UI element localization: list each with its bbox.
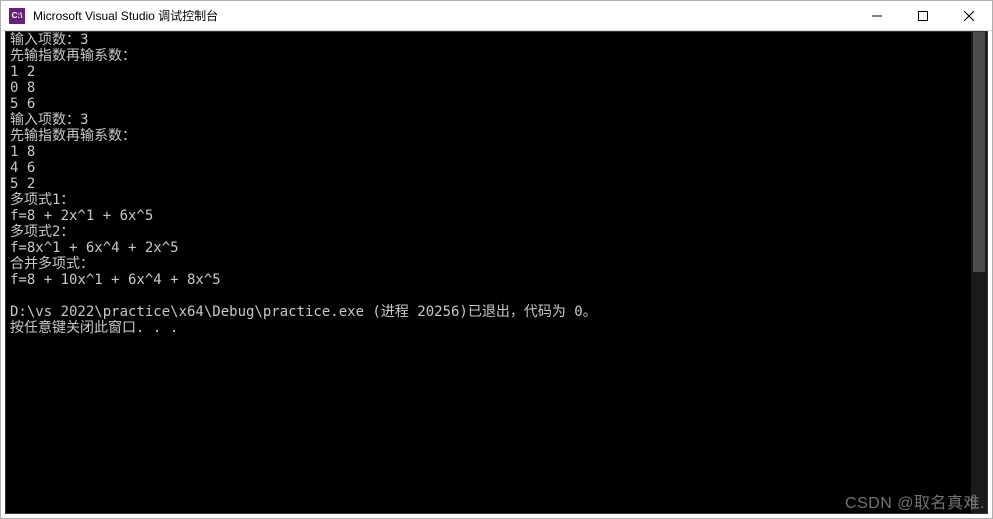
maximize-icon: [918, 11, 928, 21]
console-line: 合并多项式：: [10, 256, 983, 272]
console-line: 4 6: [10, 160, 983, 176]
close-button[interactable]: [946, 1, 992, 30]
console-line: f=8 + 2x^1 + 6x^5: [10, 208, 983, 224]
console-line: 5 2: [10, 176, 983, 192]
vertical-scrollbar[interactable]: [971, 32, 987, 513]
console-line: 0 8: [10, 80, 983, 96]
titlebar[interactable]: C:\ Microsoft Visual Studio 调试控制台: [1, 1, 992, 31]
console-line: 先输指数再输系数：: [10, 128, 983, 144]
console-line: 按任意键关闭此窗口. . .: [10, 320, 983, 336]
window-title: Microsoft Visual Studio 调试控制台: [33, 7, 854, 24]
scrollbar-thumb[interactable]: [973, 32, 985, 272]
close-icon: [964, 11, 974, 21]
maximize-button[interactable]: [900, 1, 946, 30]
console-line: 1 2: [10, 64, 983, 80]
console-line: f=8x^1 + 6x^4 + 2x^5: [10, 240, 983, 256]
console-line: [10, 288, 983, 304]
console-window: C:\ Microsoft Visual Studio 调试控制台 输入项数：3…: [0, 0, 993, 519]
console-line: f=8 + 10x^1 + 6x^4 + 8x^5: [10, 272, 983, 288]
console-line: 多项式2：: [10, 224, 983, 240]
minimize-icon: [872, 11, 882, 21]
minimize-button[interactable]: [854, 1, 900, 30]
console-line: 5 6: [10, 96, 983, 112]
console-line: D:\vs 2022\practice\x64\Debug\practice.e…: [10, 304, 983, 320]
console-line: 输入项数：3: [10, 32, 983, 48]
console-line: 输入项数：3: [10, 112, 983, 128]
console-line: 1 8: [10, 144, 983, 160]
console-output[interactable]: 输入项数：3先输指数再输系数：1 20 85 6输入项数：3先输指数再输系数：1…: [6, 32, 987, 513]
console-line: 先输指数再输系数：: [10, 48, 983, 64]
window-controls: [854, 1, 992, 30]
console-line: 多项式1：: [10, 192, 983, 208]
app-icon: C:\: [9, 8, 25, 24]
console-body: 输入项数：3先输指数再输系数：1 20 85 6输入项数：3先输指数再输系数：1…: [5, 31, 988, 514]
